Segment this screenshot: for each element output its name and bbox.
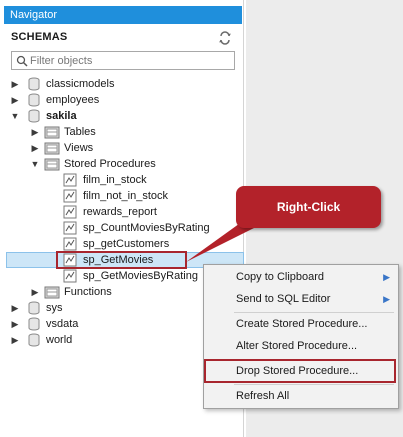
database-icon xyxy=(26,77,42,91)
menu-item-label: Alter Stored Procedure... xyxy=(236,340,358,352)
expand-arrow-icon[interactable]: ▶ xyxy=(30,284,40,300)
expand-arrow-icon[interactable]: ▶ xyxy=(10,92,20,108)
tree-item-world[interactable]: ▶ world xyxy=(10,332,190,348)
collapse-arrow-icon[interactable]: ▼ xyxy=(30,156,40,172)
navigator-header: Navigator xyxy=(4,6,242,24)
procedure-icon xyxy=(62,269,78,283)
tree-item-label: sys xyxy=(46,302,63,314)
tree-item-stored-procedures[interactable]: ▼ Stored Procedures xyxy=(30,156,230,172)
tree-item-classicmodels[interactable]: ▶ classicmodels xyxy=(10,76,230,92)
procedure-item[interactable]: film_in_stock xyxy=(62,172,240,188)
menu-item-alter-stored-procedure[interactable]: Alter Stored Procedure... xyxy=(204,336,398,356)
tree-item-label: sakila xyxy=(46,110,77,122)
menu-separator xyxy=(234,312,394,313)
database-icon xyxy=(26,317,42,331)
tree-item-label: Stored Procedures xyxy=(64,158,156,170)
procedure-item[interactable]: film_not_in_stock xyxy=(62,188,240,204)
submenu-arrow-icon: ▶ xyxy=(383,272,390,282)
filter-objects-input[interactable] xyxy=(30,53,230,68)
procedure-icon xyxy=(62,221,78,235)
menu-separator xyxy=(234,384,394,385)
procedure-icon xyxy=(62,173,78,187)
tree-item-label: Views xyxy=(64,142,94,154)
database-icon xyxy=(26,93,42,107)
menu-item-create-stored-procedure[interactable]: Create Stored Procedure... xyxy=(204,314,398,334)
right-click-callout: Right-Click xyxy=(236,186,381,228)
menu-item-label: Send to SQL Editor xyxy=(236,293,331,305)
menu-item-label: Refresh All xyxy=(236,390,290,402)
drop-highlight-box xyxy=(204,359,396,383)
procedure-label: film_in_stock xyxy=(83,174,147,186)
schemas-title: SCHEMAS xyxy=(11,31,68,43)
refresh-icon[interactable] xyxy=(218,31,232,45)
folder-procedures-icon xyxy=(44,157,60,171)
collapse-arrow-icon[interactable]: ▼ xyxy=(10,108,20,124)
database-icon xyxy=(26,301,42,315)
search-icon xyxy=(16,55,28,67)
expand-arrow-icon[interactable]: ▶ xyxy=(10,316,20,332)
menu-item-label: Create Stored Procedure... xyxy=(236,318,368,330)
tree-item-views[interactable]: ▶ Views xyxy=(30,140,230,156)
tree-item-label: world xyxy=(46,334,73,346)
procedure-item[interactable]: sp_CountMoviesByRating xyxy=(62,220,240,236)
tree-item-vsdata[interactable]: ▶ vsdata xyxy=(10,316,190,332)
expand-arrow-icon[interactable]: ▶ xyxy=(10,76,20,92)
menu-item-refresh-all[interactable]: Refresh All xyxy=(204,386,398,406)
expand-arrow-icon[interactable]: ▶ xyxy=(30,140,40,156)
procedure-icon xyxy=(62,205,78,219)
expand-arrow-icon[interactable]: ▶ xyxy=(30,124,40,140)
procedure-icon xyxy=(62,189,78,203)
menu-item-label: Copy to Clipboard xyxy=(236,271,325,283)
procedure-label: sp_CountMoviesByRating xyxy=(83,222,210,234)
target-highlight-box xyxy=(56,251,187,269)
procedure-label: sp_getCustomers xyxy=(83,238,170,250)
tree-item-label: vsdata xyxy=(46,318,79,330)
submenu-arrow-icon: ▶ xyxy=(383,294,390,304)
folder-functions-icon xyxy=(44,285,60,299)
procedure-item[interactable]: sp_getCustomers xyxy=(62,236,240,252)
tree-item-sys[interactable]: ▶ sys xyxy=(10,300,190,316)
folder-tables-icon xyxy=(44,125,60,139)
context-menu: Copy to Clipboard ▶ Send to SQL Editor ▶… xyxy=(203,264,399,409)
tree-item-label: employees xyxy=(46,94,100,106)
tree-item-sakila[interactable]: ▼ sakila xyxy=(10,108,230,124)
folder-views-icon xyxy=(44,141,60,155)
filter-objects-field[interactable] xyxy=(11,51,235,70)
database-icon xyxy=(26,109,42,123)
database-icon xyxy=(26,333,42,347)
tree-item-label: Tables xyxy=(64,126,96,138)
procedure-label: rewards_report xyxy=(83,206,157,218)
menu-item-copy-to-clipboard[interactable]: Copy to Clipboard ▶ xyxy=(204,267,398,287)
tree-item-label: Functions xyxy=(64,286,112,298)
procedure-label: film_not_in_stock xyxy=(83,190,168,202)
procedure-label: sp_GetMoviesByRating xyxy=(83,270,198,282)
expand-arrow-icon[interactable]: ▶ xyxy=(10,300,20,316)
menu-item-send-to-sql-editor[interactable]: Send to SQL Editor ▶ xyxy=(204,289,398,309)
procedure-item[interactable]: rewards_report xyxy=(62,204,240,220)
tree-item-tables[interactable]: ▶ Tables xyxy=(30,124,230,140)
procedure-icon xyxy=(62,237,78,251)
tree-item-employees[interactable]: ▶ employees xyxy=(10,92,230,108)
expand-arrow-icon[interactable]: ▶ xyxy=(10,332,20,348)
tree-item-label: classicmodels xyxy=(46,78,115,90)
tree-item-functions[interactable]: ▶ Functions xyxy=(30,284,230,300)
